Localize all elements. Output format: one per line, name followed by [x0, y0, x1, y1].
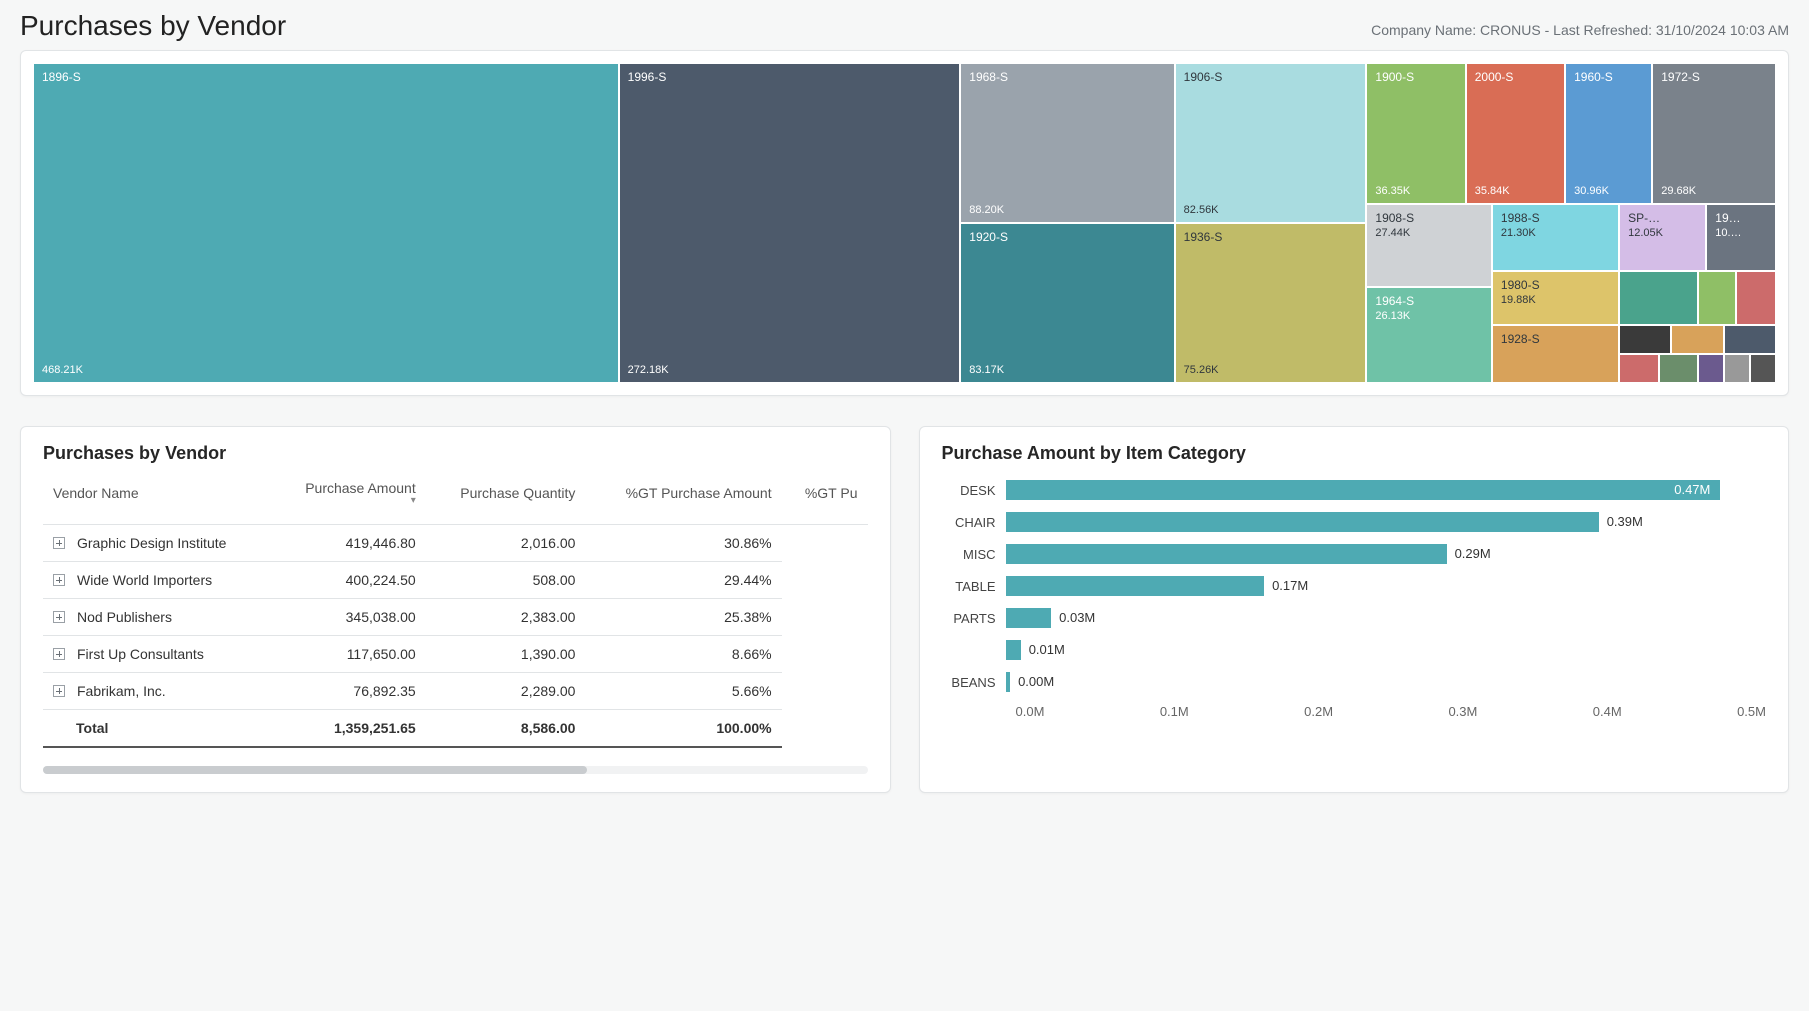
bar-row[interactable]: DESK 0.47M [942, 474, 1767, 506]
bar-value-label: 0.39M [1599, 514, 1643, 529]
bar-fill [1006, 512, 1599, 532]
treemap-card: 1896-S468.21K1996-S272.18K1968-S88.20K19… [20, 50, 1789, 396]
treemap-cell[interactable]: 1968-S88.20K [960, 63, 1174, 223]
expand-icon[interactable] [53, 537, 65, 549]
bar-fill [1006, 544, 1447, 564]
axis-tick: 0.3M [1448, 704, 1592, 719]
table-row[interactable]: Wide World Importers400,224.50508.0029.4… [43, 562, 868, 599]
bar-category-label: PARTS [942, 611, 1006, 626]
bar-chart[interactable]: DESK 0.47M CHAIR 0.39M MISC 0.29M TABLE 0.17M PA… [942, 474, 1767, 698]
treemap-cell[interactable]: 1900-S36.35K [1366, 63, 1465, 204]
treemap-cell[interactable]: 1936-S75.26K [1175, 223, 1367, 383]
bar-row[interactable]: MISC 0.29M [942, 538, 1767, 570]
bar-fill [1006, 576, 1265, 596]
treemap-cell[interactable]: 1906-S82.56K [1175, 63, 1367, 223]
treemap-cell[interactable] [1698, 354, 1724, 383]
treemap-cell[interactable]: 1964-S26.13K [1366, 287, 1491, 383]
bar-fill [1006, 480, 1721, 500]
treemap-cell[interactable]: 19…10.… [1706, 204, 1776, 271]
bar-row[interactable]: TABLE 0.17M [942, 570, 1767, 602]
bar-category-label: BEANS [942, 675, 1006, 690]
treemap-cell[interactable]: 1928-S [1492, 325, 1619, 383]
treemap-cell[interactable] [1750, 354, 1776, 383]
bar-value-label: 0.00M [1010, 674, 1054, 689]
treemap-cell[interactable]: 1988-S21.30K [1492, 204, 1619, 271]
treemap-cell[interactable]: 1960-S30.96K [1565, 63, 1652, 204]
treemap-cell[interactable]: 1896-S468.21K [33, 63, 619, 383]
bar-chart-axis: 0.0M0.1M0.2M0.3M0.4M0.5M [1016, 704, 1767, 719]
treemap-cell[interactable]: 1972-S29.68K [1652, 63, 1776, 204]
axis-tick: 0.0M [1016, 704, 1160, 719]
page-meta: Company Name: CRONUS - Last Refreshed: 3… [1371, 22, 1789, 38]
sort-desc-icon: ▾ [282, 496, 416, 506]
vendor-table-card: Purchases by Vendor Vendor NamePurchase … [20, 426, 891, 793]
page-title: Purchases by Vendor [20, 10, 286, 42]
bar-category-label: MISC [942, 547, 1006, 562]
scrollbar-thumb[interactable] [43, 766, 587, 774]
bar-value-label: 0.47M [1674, 482, 1720, 497]
expand-icon[interactable] [53, 685, 65, 697]
table-horizontal-scrollbar[interactable] [43, 766, 868, 774]
bar-row[interactable]: CHAIR 0.39M [942, 506, 1767, 538]
treemap-cell[interactable] [1698, 271, 1736, 325]
table-column-header[interactable]: %GT Purchase Amount [585, 474, 781, 525]
bar-category-label: TABLE [942, 579, 1006, 594]
bar-row[interactable]: PARTS 0.03M [942, 602, 1767, 634]
expand-icon[interactable] [53, 648, 65, 660]
table-total-row: Total1,359,251.658,586.00100.00% [43, 710, 868, 748]
treemap-chart[interactable]: 1896-S468.21K1996-S272.18K1968-S88.20K19… [33, 63, 1776, 383]
expand-icon[interactable] [53, 611, 65, 623]
treemap-cell[interactable] [1619, 354, 1659, 383]
axis-tick: 0.4M [1593, 704, 1737, 719]
table-column-header[interactable]: Vendor Name [43, 474, 272, 525]
table-title: Purchases by Vendor [43, 443, 868, 464]
table-column-header[interactable]: Purchase Amount▾ [272, 474, 426, 525]
treemap-cell[interactable] [1619, 325, 1671, 354]
bar-value-label: 0.29M [1447, 546, 1491, 561]
treemap-cell[interactable]: 1980-S19.88K [1492, 271, 1619, 325]
bar-row[interactable]: BEANS 0.00M [942, 666, 1767, 698]
table-column-header[interactable]: Purchase Quantity [426, 474, 586, 525]
table-row[interactable]: First Up Consultants117,650.001,390.008.… [43, 636, 868, 673]
expand-icon[interactable] [53, 574, 65, 586]
bar-value-label: 0.01M [1021, 642, 1065, 657]
table-row[interactable]: Graphic Design Institute419,446.802,016.… [43, 525, 868, 562]
axis-tick: 0.2M [1304, 704, 1448, 719]
treemap-cell[interactable]: 1996-S272.18K [619, 63, 961, 383]
treemap-cell[interactable]: 2000-S35.84K [1466, 63, 1565, 204]
treemap-cell[interactable] [1724, 325, 1776, 354]
treemap-cell[interactable] [1619, 271, 1697, 325]
treemap-cell[interactable] [1724, 354, 1750, 383]
table-column-header[interactable]: %GT Pu [782, 474, 868, 525]
table-row[interactable]: Fabrikam, Inc.76,892.352,289.005.66% [43, 673, 868, 710]
vendor-table[interactable]: Vendor NamePurchase Amount▾Purchase Quan… [43, 474, 868, 748]
bar-fill [1006, 608, 1052, 628]
treemap-cell[interactable]: SP-…12.05K [1619, 204, 1706, 271]
treemap-cell[interactable] [1736, 271, 1776, 325]
bar-fill [1006, 640, 1021, 660]
bar-value-label: 0.17M [1264, 578, 1308, 593]
treemap-cell[interactable] [1671, 325, 1723, 354]
bar-category-label: DESK [942, 483, 1006, 498]
page-header: Purchases by Vendor Company Name: CRONUS… [20, 8, 1789, 50]
treemap-cell[interactable] [1659, 354, 1697, 383]
treemap-cell[interactable]: 1908-S27.44K [1366, 204, 1491, 287]
axis-tick: 0.5M [1737, 704, 1766, 719]
bar-category-label: CHAIR [942, 515, 1006, 530]
treemap-cell[interactable]: 1920-S83.17K [960, 223, 1174, 383]
axis-tick: 0.1M [1160, 704, 1304, 719]
bar-chart-title: Purchase Amount by Item Category [942, 443, 1767, 464]
bar-row[interactable]: 0.01M [942, 634, 1767, 666]
bar-value-label: 0.03M [1051, 610, 1095, 625]
bar-chart-card: Purchase Amount by Item Category DESK 0.4… [919, 426, 1790, 793]
table-row[interactable]: Nod Publishers345,038.002,383.0025.38% [43, 599, 868, 636]
